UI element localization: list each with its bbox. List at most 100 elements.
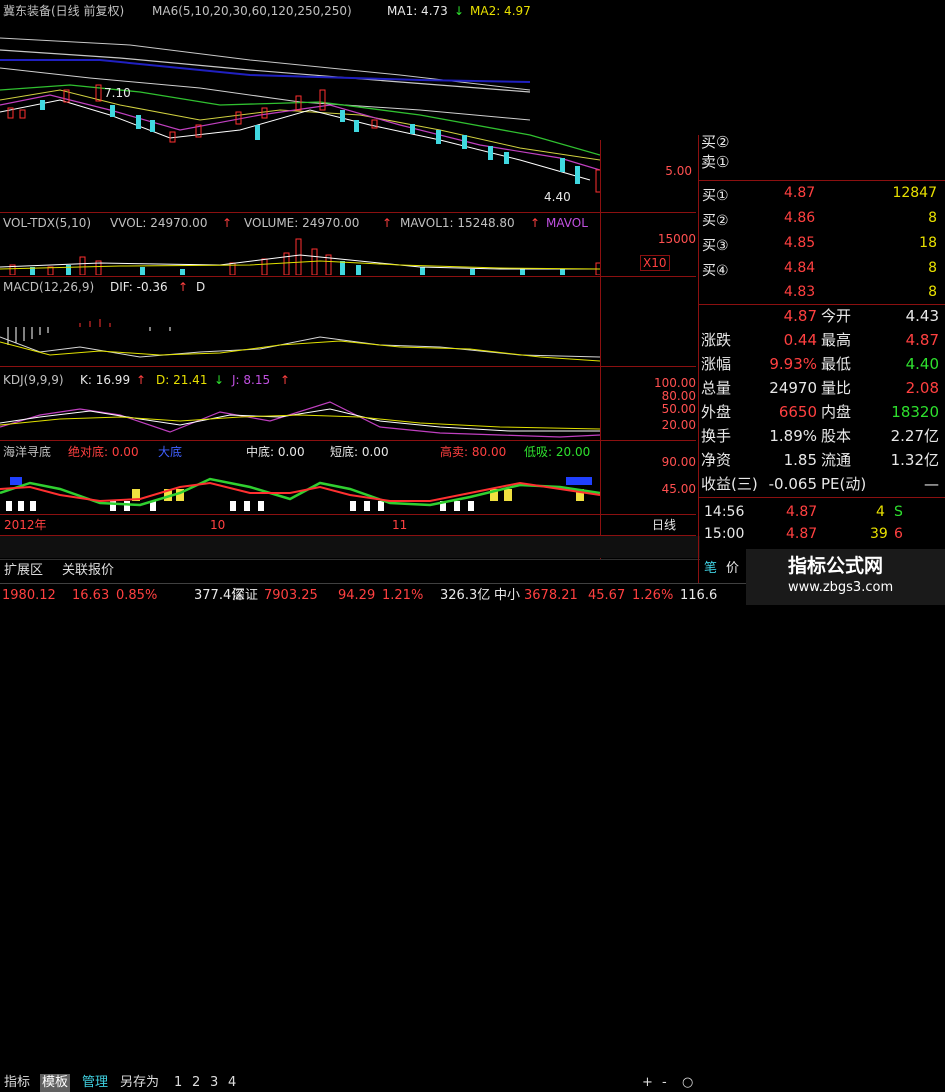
volume-scale-badge: X10 bbox=[640, 255, 670, 271]
ticker-item: 326.3亿 bbox=[440, 588, 491, 603]
vvol-value: VVOL: 24970.00 bbox=[110, 216, 208, 230]
zoom-out-button[interactable]: - bbox=[662, 1074, 667, 1092]
bid-price: 4.83 bbox=[784, 284, 816, 300]
ticker-item: 116.6 bbox=[680, 588, 718, 603]
tab-1[interactable]: 1 bbox=[174, 1074, 182, 1092]
hyxd-high-sell: 高卖: 80.00 bbox=[440, 445, 507, 459]
ticks-divider bbox=[699, 497, 945, 498]
reset-view-button[interactable]: ○ bbox=[682, 1074, 693, 1092]
ask-row-partial: 买② bbox=[701, 133, 730, 151]
tick-flag: S bbox=[894, 504, 903, 520]
extension-bar: 扩展区 关联报价 bbox=[0, 559, 700, 584]
quote-label: 涨幅 bbox=[701, 355, 732, 373]
tick-price: 4.87 bbox=[786, 526, 818, 542]
kdj-indicator-name: KDJ(9,9,9) bbox=[3, 373, 64, 387]
main-chart-panel[interactable]: 冀东装备(日线 前复权) MA6(5,10,20,30,60,120,250,2… bbox=[0, 0, 600, 212]
kdj-axis-50: 50.00 bbox=[661, 402, 696, 416]
ma-label: MA6(5,10,20,30,60,120,250,250) bbox=[152, 4, 352, 18]
tick-volume: 4 bbox=[876, 504, 885, 520]
tab-manage[interactable]: 管理 bbox=[82, 1074, 108, 1092]
hyxd-abs-bottom: 绝对底: 0.00 bbox=[68, 445, 139, 459]
kdj-panel[interactable]: KDJ(9,9,9) K: 16.99 ↑ D: 21.41 ↓ J: 8.15… bbox=[0, 367, 600, 440]
quote-value: 4.43 bbox=[905, 307, 939, 325]
bid-row-3[interactable]: 买③ 4.85 18 bbox=[700, 231, 945, 255]
kdj-axis-20: 20.00 bbox=[661, 418, 696, 432]
bid-label: 买① bbox=[702, 188, 729, 204]
macd-indicator-name: MACD(12,26,9) bbox=[3, 280, 95, 294]
side-tab-trades[interactable]: 笔 bbox=[704, 562, 717, 576]
indicator-tab-bar: 指标 模板 管理 另存为 1 2 3 4 + - ○ bbox=[0, 536, 700, 1092]
bid-label: 买② bbox=[702, 213, 729, 229]
tab-indicator[interactable]: 指标 bbox=[4, 1074, 30, 1092]
quote-label: 最低 bbox=[821, 355, 852, 373]
bid-row-1[interactable]: 买① 4.87 12847 bbox=[700, 181, 945, 205]
kdj-axis-80: 80.00 bbox=[661, 389, 696, 403]
kdj-d-arrow: ↓ bbox=[214, 373, 225, 387]
expand-area-tab[interactable]: 扩展区 bbox=[4, 562, 43, 580]
quote-label: 收益(三) bbox=[701, 475, 758, 493]
quote-value: 4.87 bbox=[905, 331, 939, 349]
volume-panel[interactable]: VOL-TDX(5,10) VVOL: 24970.00 ↑ VOLUME: 2… bbox=[0, 213, 600, 276]
related-quotes-tab[interactable]: 关联报价 bbox=[62, 562, 114, 580]
ma1-value: MA1: 4.73 bbox=[387, 4, 448, 18]
bid-volume: 8 bbox=[928, 210, 937, 226]
tab-3[interactable]: 3 bbox=[210, 1074, 218, 1092]
ticker-item: 1.26% bbox=[632, 588, 674, 603]
bid-volume: 18 bbox=[919, 235, 937, 251]
bid-label: 买④ bbox=[702, 263, 729, 279]
bid-volume: 8 bbox=[928, 284, 937, 300]
tab-save-as[interactable]: 另存为 bbox=[120, 1074, 159, 1092]
tick-price: 4.87 bbox=[786, 504, 818, 520]
tick-time: 15:00 bbox=[704, 526, 745, 542]
ticker-item: 中小 bbox=[494, 588, 521, 603]
volume-arrow: ↑ bbox=[382, 216, 393, 230]
tab-2[interactable]: 2 bbox=[192, 1074, 200, 1092]
bid-volume: 12847 bbox=[892, 185, 937, 201]
quote-label: 总量 bbox=[701, 379, 732, 397]
ask-row-1: 卖① bbox=[701, 153, 730, 171]
period-selector[interactable]: 日线 bbox=[652, 518, 676, 532]
quote-value: 2.27亿 bbox=[890, 427, 939, 445]
bid-row-5[interactable]: 4.83 8 bbox=[700, 280, 945, 304]
quote-label: 外盘 bbox=[701, 403, 732, 421]
quote-value: 1.89% bbox=[769, 427, 817, 445]
price-axis-label: 5.00 bbox=[665, 164, 692, 178]
ticker-item: 94.29 bbox=[338, 588, 376, 603]
quote-value: 24970 bbox=[769, 379, 817, 397]
quote-value: 0.44 bbox=[783, 331, 817, 349]
tick-volume: 39 bbox=[870, 526, 888, 542]
ticker-item: 3678.21 bbox=[524, 588, 578, 603]
quote-value: 6650 bbox=[778, 403, 817, 421]
date-axis: 2012年 10 11 日线 bbox=[0, 515, 696, 535]
ticker-item: 深证 bbox=[232, 588, 259, 603]
quote-value: 4.87 bbox=[783, 307, 817, 325]
tick-row-1: 14:56 4.87 4 S bbox=[700, 500, 945, 524]
quote-label: 股本 bbox=[821, 427, 852, 445]
bid-price: 4.85 bbox=[784, 235, 816, 251]
tab-4[interactable]: 4 bbox=[228, 1074, 236, 1092]
quote-label: 量比 bbox=[821, 379, 852, 397]
volume-value: VOLUME: 24970.00 bbox=[244, 216, 360, 230]
bid-volume: 8 bbox=[928, 260, 937, 276]
bid-row-4[interactable]: 买④ 4.84 8 bbox=[700, 256, 945, 280]
quote-label: 内盘 bbox=[821, 403, 852, 421]
zoom-in-button[interactable]: + bbox=[642, 1074, 653, 1092]
hyxd-mid-bottom: 中底: 0.00 bbox=[246, 445, 305, 459]
hyxd-big-bottom: 大底 bbox=[158, 445, 183, 459]
hyxd-chart bbox=[0, 477, 600, 511]
quote-value: 4.40 bbox=[905, 355, 939, 373]
tab-template[interactable]: 模板 bbox=[40, 1074, 71, 1092]
side-tab-price[interactable]: 价 bbox=[726, 562, 739, 576]
volume-axis-label: 15000 bbox=[657, 232, 696, 246]
quote-label: 今开 bbox=[821, 307, 852, 325]
quote-stats: 4.87 今开 4.43 涨跌 0.44 最高 4.87 涨幅 9.93% 最低 4.40 总量 249… bbox=[699, 305, 945, 495]
macd-panel[interactable]: MACD(12,26,9) DIF: -0.36 ↑ D bbox=[0, 277, 600, 366]
kdj-k-arrow: ↑ bbox=[136, 373, 147, 387]
bid-row-2[interactable]: 买② 4.86 8 bbox=[700, 206, 945, 230]
ocean-bottom-panel[interactable]: 海洋寻底 绝对底: 0.00 大底 中底: 0.00 短底: 0.00 高卖: … bbox=[0, 441, 600, 514]
quote-label: 最高 bbox=[821, 331, 852, 349]
quote-label: 流通 bbox=[821, 451, 852, 469]
mavol1-arrow: ↑ bbox=[530, 216, 541, 230]
hyxd-short-bottom: 短底: 0.00 bbox=[330, 445, 389, 459]
quote-value: -0.065 bbox=[768, 475, 817, 493]
